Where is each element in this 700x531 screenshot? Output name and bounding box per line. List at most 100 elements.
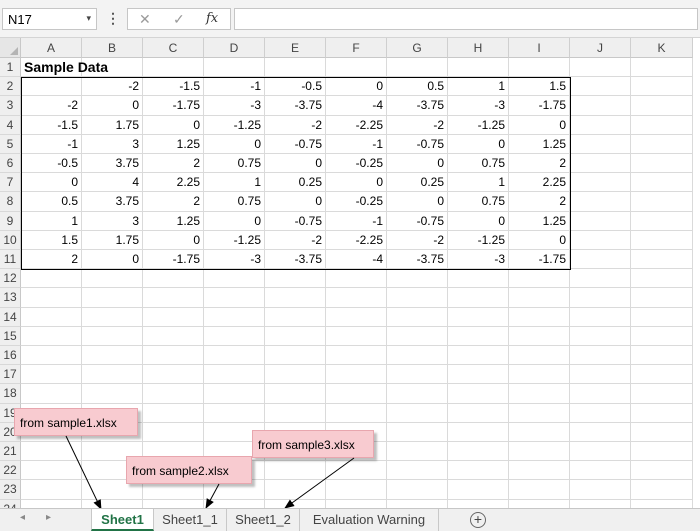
cell-j23[interactable] [570, 480, 631, 500]
cell-f7[interactable]: 0 [326, 173, 387, 193]
cell-i23[interactable] [509, 480, 570, 500]
cell-j16[interactable] [570, 346, 631, 366]
cell-f9[interactable]: -1 [326, 211, 387, 231]
cell-a13[interactable] [21, 288, 82, 308]
column-header-b[interactable]: B [82, 38, 143, 58]
cell-h17[interactable] [448, 365, 509, 385]
row-header-9[interactable]: 9 [0, 211, 21, 231]
cell-f2[interactable]: 0 [326, 77, 387, 97]
cell-b9[interactable]: 3 [82, 211, 143, 231]
row-header-17[interactable]: 17 [0, 365, 21, 385]
cell-c1[interactable] [143, 58, 204, 78]
cell-a16[interactable] [21, 346, 82, 366]
cell-j12[interactable] [570, 269, 631, 289]
cell-e16[interactable] [265, 346, 326, 366]
cell-h16[interactable] [448, 346, 509, 366]
cell-h24[interactable] [448, 499, 509, 508]
cell-b6[interactable]: 3.75 [82, 154, 143, 174]
cell-f10[interactable]: -2.25 [326, 230, 387, 250]
cell-c14[interactable] [143, 307, 204, 327]
cell-j7[interactable] [570, 173, 631, 193]
cell-i13[interactable] [509, 288, 570, 308]
cell-i2[interactable]: 1.5 [509, 77, 570, 97]
cell-c11[interactable]: -1.75 [143, 250, 204, 270]
cell-a14[interactable] [21, 307, 82, 327]
cell-i16[interactable] [509, 346, 570, 366]
cell-k20[interactable] [631, 422, 693, 442]
cell-k4[interactable] [631, 115, 693, 135]
cell-a4[interactable]: -1.5 [21, 115, 82, 135]
name-box[interactable]: N17 ▾ [2, 8, 97, 30]
tab-evaluation-warning[interactable]: Evaluation Warning [300, 509, 439, 531]
cell-k14[interactable] [631, 307, 693, 327]
cell-a10[interactable]: 1.5 [21, 230, 82, 250]
cell-d10[interactable]: -1.25 [204, 230, 265, 250]
cell-e18[interactable] [265, 384, 326, 404]
cell-d16[interactable] [204, 346, 265, 366]
cell-k1[interactable] [631, 58, 693, 78]
formula-input[interactable] [234, 8, 698, 30]
cell-g14[interactable] [387, 307, 448, 327]
cell-e10[interactable]: -2 [265, 230, 326, 250]
cell-c16[interactable] [143, 346, 204, 366]
column-header-d[interactable]: D [204, 38, 265, 58]
row-header-7[interactable]: 7 [0, 173, 21, 193]
cell-f5[interactable]: -1 [326, 134, 387, 154]
cell-j2[interactable] [570, 77, 631, 97]
row-header-13[interactable]: 13 [0, 288, 21, 308]
tab-sheet1-2[interactable]: Sheet1_2 [227, 509, 300, 531]
row-header-1[interactable]: 1 [0, 58, 21, 78]
cell-g6[interactable]: 0 [387, 154, 448, 174]
cell-d15[interactable] [204, 326, 265, 346]
cell-k11[interactable] [631, 250, 693, 270]
cell-d14[interactable] [204, 307, 265, 327]
cell-g8[interactable]: 0 [387, 192, 448, 212]
cell-c6[interactable]: 2 [143, 154, 204, 174]
cell-i18[interactable] [509, 384, 570, 404]
cell-f24[interactable] [326, 499, 387, 508]
cell-f12[interactable] [326, 269, 387, 289]
cell-f8[interactable]: -0.25 [326, 192, 387, 212]
cell-k22[interactable] [631, 461, 693, 481]
cell-j17[interactable] [570, 365, 631, 385]
cell-e11[interactable]: -3.75 [265, 250, 326, 270]
cell-e6[interactable]: 0 [265, 154, 326, 174]
column-header-h[interactable]: H [448, 38, 509, 58]
cell-k16[interactable] [631, 346, 693, 366]
cell-a18[interactable] [21, 384, 82, 404]
cell-a9[interactable]: 1 [21, 211, 82, 231]
cell-d17[interactable] [204, 365, 265, 385]
cell-j21[interactable] [570, 442, 631, 462]
select-all-button[interactable] [0, 38, 21, 58]
row-header-11[interactable]: 11 [0, 250, 21, 270]
column-header-f[interactable]: F [326, 38, 387, 58]
cell-h9[interactable]: 0 [448, 211, 509, 231]
cell-f13[interactable] [326, 288, 387, 308]
cell-d9[interactable]: 0 [204, 211, 265, 231]
cell-b10[interactable]: 1.75 [82, 230, 143, 250]
cell-j11[interactable] [570, 250, 631, 270]
cell-h18[interactable] [448, 384, 509, 404]
cell-b16[interactable] [82, 346, 143, 366]
cell-i5[interactable]: 1.25 [509, 134, 570, 154]
cell-c9[interactable]: 1.25 [143, 211, 204, 231]
cell-h15[interactable] [448, 326, 509, 346]
cell-a7[interactable]: 0 [21, 173, 82, 193]
cell-d4[interactable]: -1.25 [204, 115, 265, 135]
cell-i6[interactable]: 2 [509, 154, 570, 174]
cell-c12[interactable] [143, 269, 204, 289]
cell-a3[interactable]: -2 [21, 96, 82, 116]
cell-i19[interactable] [509, 403, 570, 423]
cell-c7[interactable]: 2.25 [143, 173, 204, 193]
cell-d3[interactable]: -3 [204, 96, 265, 116]
cell-d8[interactable]: 0.75 [204, 192, 265, 212]
cell-i14[interactable] [509, 307, 570, 327]
cell-j19[interactable] [570, 403, 631, 423]
cell-b4[interactable]: 1.75 [82, 115, 143, 135]
row-header-15[interactable]: 15 [0, 326, 21, 346]
cell-d24[interactable] [204, 499, 265, 508]
cell-f6[interactable]: -0.25 [326, 154, 387, 174]
row-header-2[interactable]: 2 [0, 77, 21, 97]
cell-j3[interactable] [570, 96, 631, 116]
cell-a22[interactable] [21, 461, 82, 481]
